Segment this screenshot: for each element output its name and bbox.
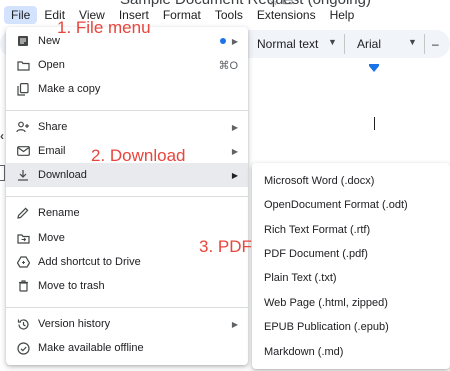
menu-divider bbox=[6, 307, 248, 308]
menu-tools[interactable]: Tools bbox=[208, 6, 250, 24]
document-tab-icon[interactable] bbox=[0, 165, 5, 181]
download-txt[interactable]: Plain Text (.txt) bbox=[252, 266, 450, 290]
toolbar-divider bbox=[344, 34, 345, 54]
toolbar-divider bbox=[424, 34, 425, 54]
menu-item-label: Make a copy bbox=[38, 83, 101, 95]
shortcut-label: ⌘O bbox=[218, 59, 238, 72]
download-rtf[interactable]: Rich Text Format (.rtf) bbox=[252, 218, 450, 242]
offline-check-icon bbox=[16, 341, 30, 355]
new-indicator-dot bbox=[219, 38, 226, 44]
chevron-right-icon: ▶ bbox=[231, 319, 238, 329]
menu-item-offline[interactable]: Make available offline bbox=[6, 336, 248, 360]
menu-item-share[interactable]: Share ▶ bbox=[6, 115, 248, 139]
menu-item-label: Make available offline bbox=[38, 342, 144, 354]
submenu-item-label: Markdown (.md) bbox=[264, 346, 344, 358]
menu-file[interactable]: File bbox=[4, 6, 38, 24]
ruler-indent-marker[interactable] bbox=[369, 66, 379, 72]
style-select[interactable]: Normal text bbox=[257, 37, 318, 51]
copy-icon bbox=[16, 82, 30, 96]
outline-toggle[interactable]: ‹ bbox=[0, 129, 4, 143]
download-pdf[interactable]: PDF Document (.pdf) bbox=[252, 242, 450, 266]
menu-item-label: Open bbox=[38, 59, 65, 71]
file-menu: New ▶ Open ⌘O Make a copy Share ▶ Email … bbox=[6, 27, 248, 365]
menu-item-rename[interactable]: Rename bbox=[6, 201, 248, 225]
download-epub[interactable]: EPUB Publication (.epub) bbox=[252, 315, 450, 339]
download-submenu: Microsoft Word (.docx) OpenDocument Form… bbox=[252, 163, 450, 369]
menu-divider bbox=[6, 110, 248, 111]
mail-icon bbox=[16, 144, 30, 158]
submenu-item-label: OpenDocument Format (.odt) bbox=[264, 199, 408, 211]
menu-item-label: Share bbox=[38, 121, 68, 133]
chevron-down-icon[interactable]: ▼ bbox=[408, 37, 417, 47]
download-odt[interactable]: OpenDocument Format (.odt) bbox=[252, 193, 450, 217]
menu-format[interactable]: Format bbox=[156, 6, 208, 24]
menu-item-open[interactable]: Open ⌘O bbox=[6, 53, 248, 77]
menu-item-make-copy[interactable]: Make a copy bbox=[6, 77, 248, 101]
chevron-right-icon: ▶ bbox=[231, 146, 238, 156]
chevron-down-icon[interactable]: ▼ bbox=[328, 37, 337, 47]
annotation-step2: 2. Download bbox=[91, 146, 186, 165]
menu-item-download[interactable]: Download ▶ bbox=[6, 163, 248, 187]
chevron-right-icon: ▶ bbox=[231, 122, 238, 132]
menu-item-trash[interactable]: Move to trash bbox=[6, 274, 248, 298]
menu-item-label: Version history bbox=[38, 318, 111, 330]
folder-icon bbox=[16, 58, 30, 72]
menu-item-label: Move to trash bbox=[38, 280, 105, 292]
chevron-right-icon: ▶ bbox=[231, 170, 238, 180]
font-size-decrease[interactable]: – bbox=[432, 37, 439, 51]
history-icon bbox=[16, 317, 30, 331]
drive-shortcut-icon bbox=[16, 255, 30, 269]
menu-item-label: Rename bbox=[38, 207, 80, 219]
submenu-item-label: PDF Document (.pdf) bbox=[264, 248, 368, 260]
menu-item-label: Add shortcut to Drive bbox=[38, 256, 141, 268]
submenu-item-label: Microsoft Word (.docx) bbox=[264, 175, 375, 187]
download-html[interactable]: Web Page (.html, zipped) bbox=[252, 291, 450, 315]
submenu-item-label: Web Page (.html, zipped) bbox=[264, 297, 388, 309]
document-icon bbox=[16, 34, 30, 48]
menu-divider bbox=[6, 196, 248, 197]
folder-move-icon bbox=[16, 231, 30, 245]
submenu-item-label: EPUB Publication (.epub) bbox=[264, 321, 389, 333]
download-docx[interactable]: Microsoft Word (.docx) bbox=[252, 169, 450, 193]
download-md[interactable]: Markdown (.md) bbox=[252, 340, 450, 364]
pencil-icon bbox=[16, 206, 30, 220]
person-add-icon bbox=[16, 120, 30, 134]
menu-help[interactable]: Help bbox=[323, 6, 362, 24]
download-icon bbox=[16, 168, 30, 182]
menu-item-version-history[interactable]: Version history ▶ bbox=[6, 312, 248, 336]
annotation-step3: 3. PDF bbox=[199, 237, 252, 256]
menu-item-label: Download bbox=[38, 169, 87, 181]
trash-icon bbox=[16, 279, 30, 293]
font-select[interactable]: Arial bbox=[357, 37, 381, 51]
submenu-item-label: Rich Text Format (.rtf) bbox=[264, 224, 371, 236]
menu-extensions[interactable]: Extensions bbox=[250, 6, 323, 24]
annotation-step1: 1. File menu bbox=[57, 18, 151, 37]
chevron-right-icon: ▶ bbox=[231, 36, 238, 46]
submenu-item-label: Plain Text (.txt) bbox=[264, 272, 337, 284]
text-cursor bbox=[374, 117, 375, 130]
